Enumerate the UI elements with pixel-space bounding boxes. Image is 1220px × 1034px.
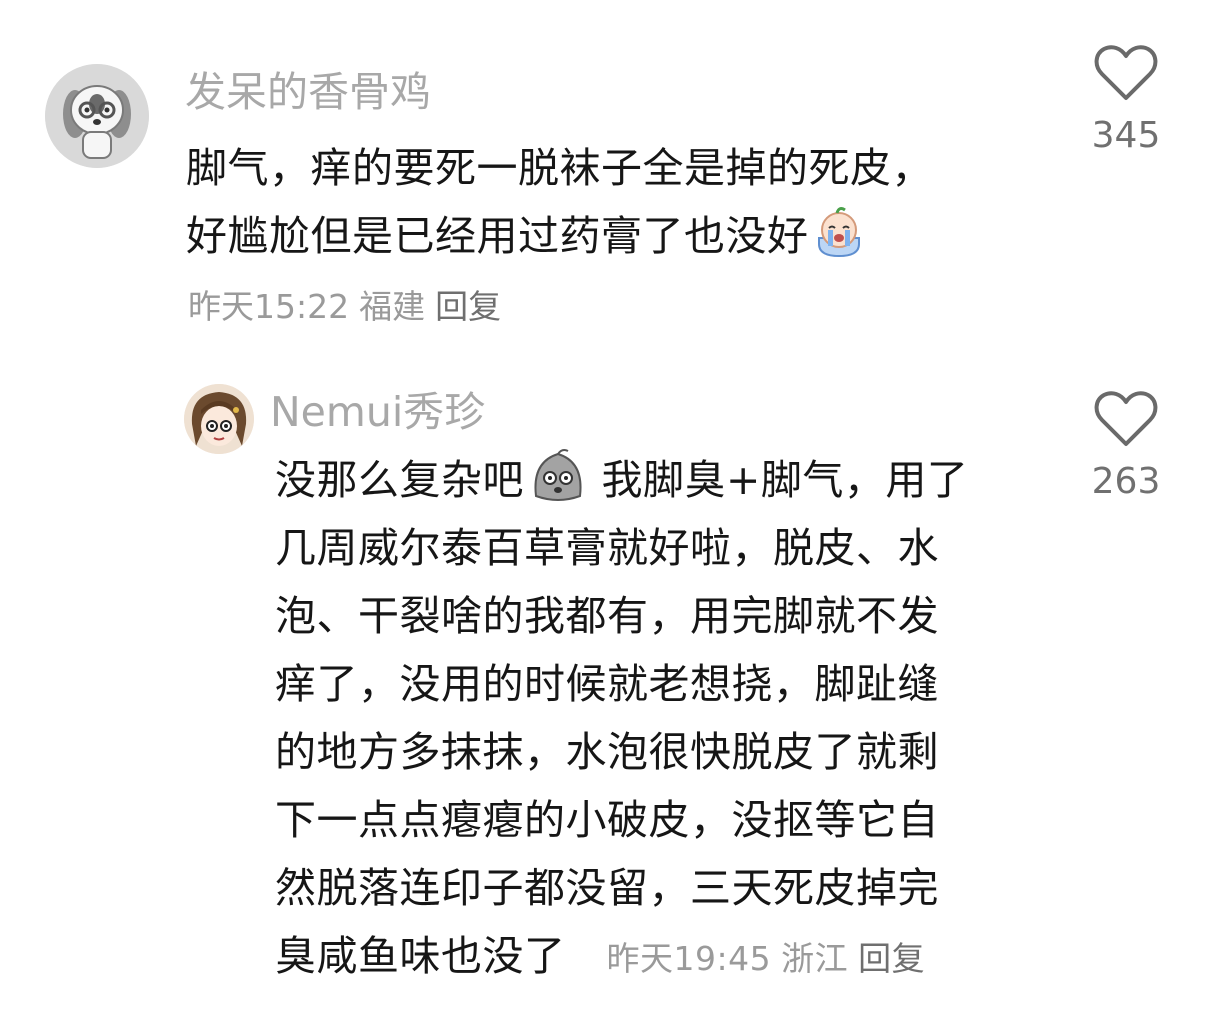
comment-text-line: 下一点点瘪瘪的小破皮，没抠等它自 bbox=[275, 796, 939, 844]
like-button[interactable]: 263 bbox=[1081, 390, 1171, 504]
zombie-face-emoji-icon bbox=[528, 448, 588, 504]
comment-text-line: 泡、干裂啥的我都有，用完脚就不发 bbox=[275, 592, 939, 640]
like-button[interactable]: 345 bbox=[1081, 44, 1171, 158]
comment-text-line: 臭咸鱼味也没了 昨天19:45 浙江 回复 bbox=[275, 922, 1015, 993]
comment-username[interactable]: 发呆的香骨鸡 bbox=[185, 64, 431, 120]
avatar[interactable] bbox=[45, 64, 149, 168]
comment-text-line: 痒了，没用的时候就老想挠，脚趾缝 bbox=[275, 660, 939, 708]
comment-text-line: 没那么复杂吧 我脚臭+脚气，用了 bbox=[275, 446, 1015, 514]
comment-text-line: 的地方多抹抹，水泡很快脱皮了就剩 bbox=[275, 728, 939, 776]
heart-icon bbox=[1094, 45, 1158, 100]
comment-text-fragment: 我脚臭+脚气，用了 bbox=[588, 456, 969, 504]
avatar[interactable] bbox=[184, 384, 254, 454]
comment-text-line: 脚气，痒的要死一脱袜子全是掉的死皮， bbox=[186, 144, 933, 192]
reply-button[interactable]: 回复 bbox=[435, 287, 501, 326]
comment-item: 发呆的香骨鸡 脚气，痒的要死一脱袜子全是掉的死皮， 好尴尬但是已经用过药膏了也没… bbox=[0, 0, 1220, 340]
like-count: 263 bbox=[1091, 461, 1161, 502]
heart-icon bbox=[1094, 391, 1158, 446]
comment-meta: 昨天15:22 福建 回复 bbox=[188, 280, 501, 328]
comment-item: Nemui秀珍 没那么复杂吧 我脚臭+脚气，用了 几周威尔泰百草膏就好啦，脱皮、… bbox=[0, 360, 1220, 1020]
comment-region: 浙江 bbox=[781, 939, 849, 978]
reply-button[interactable]: 回复 bbox=[858, 939, 925, 978]
comment-time: 昨天15:22 bbox=[188, 287, 350, 326]
comment-region: 福建 bbox=[359, 287, 426, 326]
like-count: 345 bbox=[1091, 115, 1161, 156]
anime-girl-avatar-icon bbox=[184, 384, 254, 454]
comment-text-line: 然脱落连印子都没留，三天死皮掉完 bbox=[275, 864, 939, 912]
comment-text-line: 几周威尔泰百草膏就好啦，脱皮、水 bbox=[275, 524, 939, 572]
comment-meta: 昨天19:45 浙江 回复 bbox=[596, 939, 926, 978]
comment-text-fragment: 臭咸鱼味也没了 bbox=[275, 932, 566, 980]
crying-face-emoji-icon bbox=[809, 204, 869, 260]
comment-username[interactable]: Nemui秀珍 bbox=[270, 384, 485, 440]
comment-time: 昨天19:45 bbox=[606, 939, 772, 978]
comment-text: 没那么复杂吧 我脚臭+脚气，用了 几周威尔泰百草膏就好啦，脱皮、水 泡、干裂啥的… bbox=[275, 446, 1015, 993]
dog-avatar-icon bbox=[45, 64, 149, 168]
comment-text: 脚气，痒的要死一脱袜子全是掉的死皮， 好尴尬但是已经用过药膏了也没好 bbox=[186, 134, 1066, 270]
comment-text-line: 好尴尬但是已经用过药膏了也没好 bbox=[186, 202, 1066, 270]
comment-text-fragment: 没那么复杂吧 bbox=[275, 456, 524, 504]
comment-text-fragment: 好尴尬但是已经用过药膏了也没好 bbox=[186, 212, 809, 260]
